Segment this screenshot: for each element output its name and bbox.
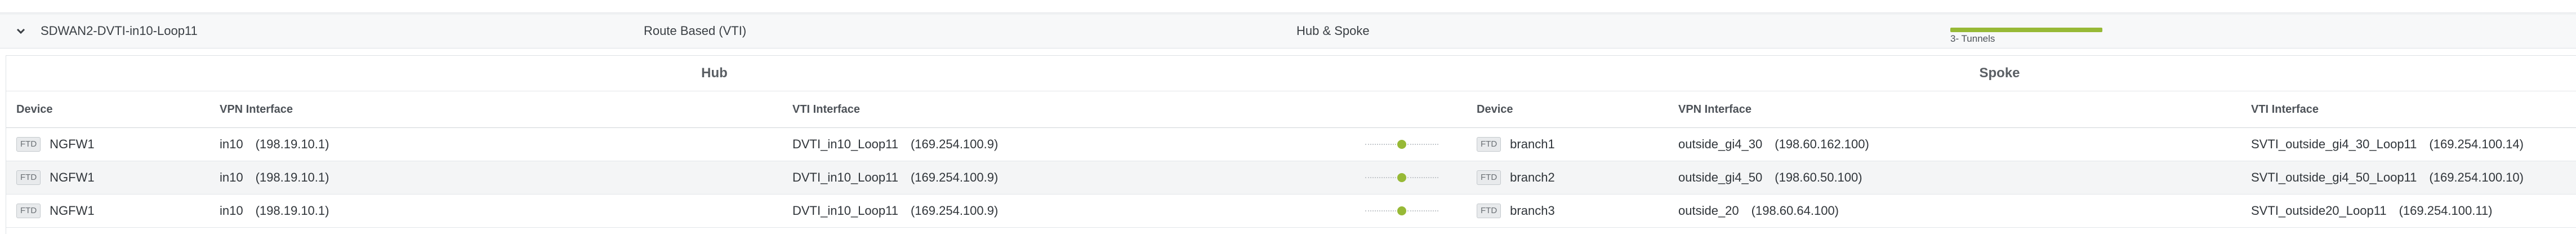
col-spoke-vti-interface[interactable]: VTI Interface (2251, 91, 2319, 127)
tunnel-status-dot (1397, 206, 1406, 215)
tunnel-count: 3- Tunnels (1950, 33, 1995, 44)
spoke-vti-interface-cell: SVTI_outside_gi4_50_Loop11 (169.254.100.1… (2251, 161, 2524, 194)
device-type-badge: FTD (1477, 170, 1501, 185)
table-row[interactable]: FTD NGFW1 in10 (198.19.10.1) DVTI_in10_Lo… (6, 128, 2576, 161)
spoke-vpn-ip: (198.60.64.100) (1751, 204, 1839, 218)
topology-name: SDWAN2-DVTI-in10-Loop11 (41, 24, 198, 38)
col-spoke-device[interactable]: Device (1477, 91, 1513, 127)
device-type-badge: FTD (16, 204, 41, 218)
col-vpn-interface[interactable]: VPN Interface (220, 91, 293, 127)
hub-group-header: Hub (701, 65, 728, 81)
hub-vti-ip: (169.254.100.9) (910, 170, 999, 184)
hub-vpn-ip: (198.19.10.1) (255, 170, 329, 184)
hub-vti-interface-cell: DVTI_in10_Loop11 (169.254.100.9) (792, 128, 998, 161)
hub-vti-interface: DVTI_in10_Loop11 (792, 204, 898, 218)
hub-vti-interface: DVTI_in10_Loop11 (792, 137, 898, 151)
tunnel-link-indicator (1365, 128, 1438, 161)
spoke-device-cell: FTD branch3 (1477, 195, 1555, 227)
spoke-vti-ip: (169.254.100.10) (2429, 170, 2524, 184)
previous-row-edge (0, 0, 2576, 13)
table-row[interactable]: FTD NGFW1 in10 (198.19.10.1) DVTI_in10_Lo… (6, 161, 2576, 195)
hub-vpn-interface-cell: in10 (198.19.10.1) (220, 195, 329, 227)
hub-vti-interface-cell: DVTI_in10_Loop11 (169.254.100.9) (792, 161, 998, 194)
topology-type: Hub & Spoke (1296, 24, 1370, 38)
hub-vpn-interface: in10 (220, 137, 243, 151)
spoke-vti-interface-cell: SVTI_outside20_Loop11 (169.254.100.11) (2251, 195, 2493, 227)
hub-device-cell: FTD NGFW1 (16, 128, 95, 161)
spoke-vti-interface: SVTI_outside20_Loop11 (2251, 204, 2387, 218)
spoke-vti-interface-cell: SVTI_outside_gi4_30_Loop11 (169.254.100.1… (2251, 128, 2524, 161)
tunnel-status-dot (1397, 140, 1406, 149)
spoke-device-cell: FTD branch2 (1477, 161, 1555, 194)
spoke-vpn-interface-cell: outside_20 (198.60.64.100) (1678, 195, 1839, 227)
hub-vpn-interface: in10 (220, 204, 243, 218)
device-type-badge: FTD (1477, 204, 1501, 218)
hub-device-cell: FTD NGFW1 (16, 161, 95, 194)
spoke-vpn-interface: outside_20 (1678, 204, 1739, 218)
spoke-vpn-ip: (198.60.162.100) (1775, 137, 1869, 151)
spoke-group-header: Spoke (1979, 65, 2020, 81)
spoke-vpn-interface-cell: outside_gi4_30 (198.60.162.100) (1678, 128, 1869, 161)
hub-vti-ip: (169.254.100.9) (910, 137, 999, 151)
vpn-type: Route Based (VTI) (644, 24, 747, 38)
device-type-badge: FTD (16, 137, 41, 152)
hub-vti-ip: (169.254.100.9) (910, 204, 999, 218)
spoke-vpn-interface: outside_gi4_30 (1678, 137, 1763, 151)
spoke-vti-interface: SVTI_outside_gi4_50_Loop11 (2251, 170, 2417, 184)
spoke-vti-ip: (169.254.100.11) (2399, 204, 2493, 218)
tunnel-status-bar (1950, 28, 2102, 32)
spoke-device-name: branch3 (1510, 204, 1555, 218)
col-spoke-vpn-interface[interactable]: VPN Interface (1678, 91, 1751, 127)
hub-vti-interface-cell: DVTI_in10_Loop11 (169.254.100.9) (792, 195, 998, 227)
hub-device-cell: FTD NGFW1 (16, 195, 95, 227)
tunnel-link-indicator (1365, 161, 1438, 194)
spoke-device-name: branch2 (1510, 170, 1555, 184)
spoke-vpn-ip: (198.60.50.100) (1775, 170, 1862, 184)
hub-vti-interface: DVTI_in10_Loop11 (792, 170, 898, 184)
column-header-row: Device VPN Interface VTI Interface Devic… (6, 91, 2576, 128)
table-row[interactable]: FTD NGFW1 in10 (198.19.10.1) DVTI_in10_Lo… (6, 195, 2576, 228)
hub-device-name: NGFW1 (50, 170, 95, 184)
hub-vpn-interface-cell: in10 (198.19.10.1) (220, 128, 329, 161)
chevron-down-icon[interactable] (16, 14, 26, 48)
col-device[interactable]: Device (16, 91, 53, 127)
spoke-device-name: branch1 (1510, 137, 1555, 151)
device-type-badge: FTD (1477, 137, 1501, 152)
topology-summary-row[interactable]: SDWAN2-DVTI-in10-Loop11 Route Based (VTI… (0, 14, 2576, 48)
spoke-vti-interface: SVTI_outside_gi4_30_Loop11 (2251, 137, 2417, 151)
hub-vpn-ip: (198.19.10.1) (255, 204, 329, 218)
spoke-vpn-interface: outside_gi4_50 (1678, 170, 1763, 184)
hub-vpn-ip: (198.19.10.1) (255, 137, 329, 151)
tunnel-detail-panel: Hub Spoke Device VPN Interface VTI Inter… (6, 55, 2576, 234)
hub-device-name: NGFW1 (50, 204, 95, 218)
spoke-device-cell: FTD branch1 (1477, 128, 1555, 161)
device-type-badge: FTD (16, 170, 41, 185)
hub-vpn-interface: in10 (220, 170, 243, 184)
tunnel-link-indicator (1365, 195, 1438, 227)
spoke-vpn-interface-cell: outside_gi4_50 (198.60.50.100) (1678, 161, 1862, 194)
hub-device-name: NGFW1 (50, 137, 95, 151)
hub-vpn-interface-cell: in10 (198.19.10.1) (220, 161, 329, 194)
tunnel-status-dot (1397, 173, 1406, 182)
spoke-vti-ip: (169.254.100.14) (2429, 137, 2524, 151)
col-vti-interface[interactable]: VTI Interface (792, 91, 860, 127)
